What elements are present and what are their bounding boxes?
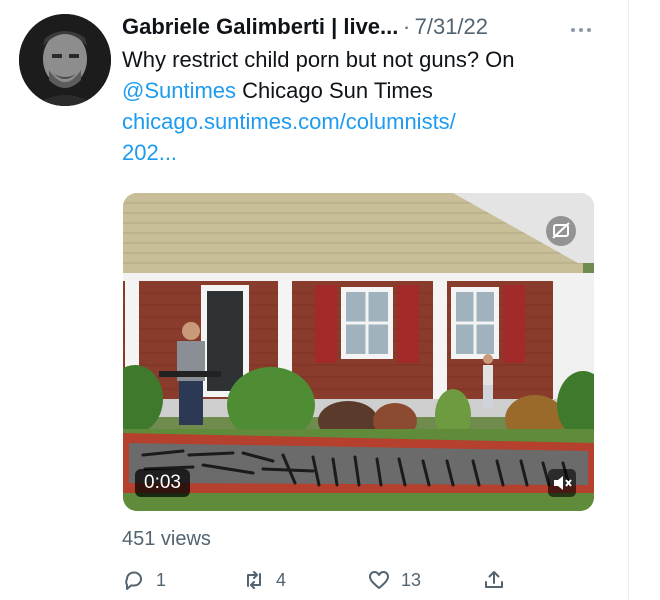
view-count: 451 views (122, 528, 211, 550)
volume-muted-icon[interactable] (548, 469, 576, 497)
video-duration: 0:03 (135, 469, 190, 497)
mention-link[interactable]: @Suntimes (122, 78, 236, 103)
source-name: Chicago Sun Times (236, 78, 433, 103)
tweet-text-line: @Suntimes Chicago Sun Times (122, 75, 602, 106)
url-link[interactable]: chicago.suntimes.com/columnists/ (122, 106, 602, 137)
like-button[interactable]: 13 (367, 566, 421, 594)
share-icon (485, 571, 503, 588)
tweet-header: Gabriele Galimberti | live... · 7/31/22 (122, 14, 612, 44)
reply-icon (125, 571, 142, 590)
video-thumbnail (123, 193, 594, 511)
heart-icon (369, 571, 389, 589)
reply-count: 1 (156, 569, 167, 590)
retweet-icon (247, 571, 261, 589)
avatar-image (19, 14, 111, 106)
tweet-text-line: Why restrict child porn but not guns? On (122, 47, 515, 72)
retweet-count: 4 (276, 569, 287, 590)
author-name[interactable]: Gabriele Galimberti | live... (122, 14, 398, 39)
tweet-card[interactable]: Gabriele Galimberti | live... · 7/31/22 … (0, 0, 640, 600)
tweet-date[interactable]: 7/31/22 (415, 14, 488, 39)
tweet-actions: 1 4 13 (122, 566, 612, 594)
tweet-text: Why restrict child porn but not guns? On… (122, 44, 602, 168)
share-button[interactable] (482, 566, 516, 594)
media-settings-icon[interactable] (546, 216, 576, 246)
video-player[interactable] (123, 193, 594, 511)
url-link-continued[interactable]: 202... (122, 137, 602, 168)
more-horizontal-icon[interactable] (566, 14, 596, 42)
header-separator: · (402, 14, 411, 39)
retweet-button[interactable]: 4 (242, 566, 286, 594)
reply-button[interactable]: 1 (122, 566, 166, 594)
divider (628, 0, 629, 600)
avatar[interactable] (19, 14, 111, 106)
like-count: 13 (401, 569, 422, 590)
